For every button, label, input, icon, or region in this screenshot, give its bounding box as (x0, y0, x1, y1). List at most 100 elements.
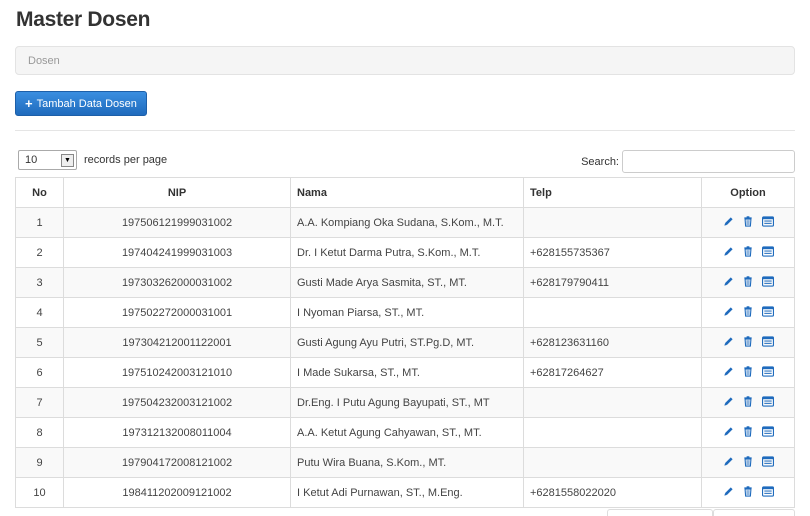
detail-card-icon[interactable] (762, 275, 774, 287)
header-telp[interactable]: Telp (523, 177, 702, 208)
trash-icon[interactable] (742, 335, 754, 347)
pencil-icon[interactable] (722, 305, 734, 317)
cell-nip: 197506121999031002 (63, 207, 291, 238)
cell-nip: 197303262000031002 (63, 267, 291, 298)
row-actions (722, 395, 774, 407)
cell-no: 7 (15, 387, 64, 418)
records-per-page-select[interactable]: 10 ▼ (18, 150, 77, 170)
add-dosen-label: Tambah Data Dosen (36, 97, 137, 110)
cell-option (701, 327, 795, 358)
cell-telp (523, 297, 702, 328)
cell-option (701, 447, 795, 478)
header-nama[interactable]: Nama (290, 177, 524, 208)
cell-nama: Gusti Agung Ayu Putri, ST.Pg.D, MT. (290, 327, 524, 358)
cell-nama: I Nyoman Piarsa, ST., MT. (290, 297, 524, 328)
pencil-icon[interactable] (722, 215, 734, 227)
cell-nip: 197904172008121002 (63, 447, 291, 478)
pencil-icon[interactable] (722, 455, 734, 467)
table-row: 3 197303262000031002 Gusti Made Arya Sasmi… (15, 267, 795, 298)
trash-icon[interactable] (742, 215, 754, 227)
cell-no: 5 (15, 327, 64, 358)
cell-option (701, 297, 795, 328)
detail-card-icon[interactable] (762, 425, 774, 437)
cell-telp (523, 207, 702, 238)
records-per-page: 10 ▼ records per page (18, 150, 167, 170)
pencil-icon[interactable] (722, 365, 734, 377)
cell-option (701, 387, 795, 418)
cell-nip: 197502272000031001 (63, 297, 291, 328)
pencil-icon[interactable] (722, 275, 734, 287)
cell-option (701, 267, 795, 298)
cell-option (701, 417, 795, 448)
pencil-icon[interactable] (722, 245, 734, 257)
divider (15, 130, 795, 131)
cell-telp (523, 447, 702, 478)
cell-telp: +6281558022020 (523, 477, 702, 508)
plus-icon: + (25, 96, 33, 111)
detail-card-icon[interactable] (762, 215, 774, 227)
pencil-icon[interactable] (722, 425, 734, 437)
trash-icon[interactable] (742, 245, 754, 257)
cell-telp: +62817264627 (523, 357, 702, 388)
header-no[interactable]: No (15, 177, 64, 208)
cell-no: 8 (15, 417, 64, 448)
pencil-icon[interactable] (722, 485, 734, 497)
cell-no: 10 (15, 477, 64, 508)
cell-nip: 197510242003121010 (63, 357, 291, 388)
row-actions (722, 275, 774, 287)
table-row: 6 197510242003121010 I Made Sukarsa, ST., … (15, 357, 795, 388)
trash-icon[interactable] (742, 485, 754, 497)
records-per-page-label: records per page (84, 154, 168, 166)
pencil-icon[interactable] (722, 395, 734, 407)
cell-no: 9 (15, 447, 64, 478)
add-dosen-button[interactable]: + Tambah Data Dosen (15, 91, 147, 116)
cell-no: 2 (15, 237, 64, 268)
page-title: Master Dosen (16, 8, 151, 31)
table-row: 8 197312132008011004 A.A. Ketut Agung Cahy… (15, 417, 795, 448)
cell-nama: A.A. Kompiang Oka Sudana, S.Kom., M.T. (290, 207, 524, 238)
table-row: 10 198411202009121002 I Ketut Adi Purnawan… (15, 477, 795, 508)
cell-telp: +628179790411 (523, 267, 702, 298)
trash-icon[interactable] (742, 365, 754, 377)
trash-icon[interactable] (742, 425, 754, 437)
detail-card-icon[interactable] (762, 335, 774, 347)
cell-option (701, 207, 795, 238)
detail-card-icon[interactable] (762, 485, 774, 497)
breadcrumb-current: Dosen (28, 55, 60, 67)
cell-nama: Dr. I Ketut Darma Putra, S.Kom., M.T. (290, 237, 524, 268)
cell-nama: Putu Wira Buana, S.Kom., MT. (290, 447, 524, 478)
row-actions (722, 305, 774, 317)
row-actions (722, 485, 774, 497)
detail-card-icon[interactable] (762, 305, 774, 317)
table-row: 4 197502272000031001 I Nyoman Piarsa, ST.,… (15, 297, 795, 328)
trash-icon[interactable] (742, 305, 754, 317)
cell-no: 1 (15, 207, 64, 238)
header-nip[interactable]: NIP (63, 177, 291, 208)
detail-card-icon[interactable] (762, 245, 774, 257)
trash-icon[interactable] (742, 395, 754, 407)
search-input[interactable] (622, 150, 795, 173)
cell-telp: +628155735367 (523, 237, 702, 268)
table-row: 9 197904172008121002 Putu Wira Buana, S.Ko… (15, 447, 795, 478)
chevron-down-icon: ▼ (61, 153, 74, 167)
detail-card-icon[interactable] (762, 365, 774, 377)
table-row: 5 197304212001122001 Gusti Agung Ayu Putri… (15, 327, 795, 358)
row-actions (722, 425, 774, 437)
trash-icon[interactable] (742, 275, 754, 287)
table-header-row: No NIP Nama Telp Option (15, 177, 795, 208)
cell-nip: 197304212001122001 (63, 327, 291, 358)
pagination-peek-right (713, 509, 795, 516)
cell-telp: +628123631160 (523, 327, 702, 358)
cell-nama: I Made Sukarsa, ST., MT. (290, 357, 524, 388)
dosen-table: No NIP Nama Telp Option 1 197506121999031… (15, 177, 795, 508)
detail-card-icon[interactable] (762, 395, 774, 407)
cell-nama: Gusti Made Arya Sasmita, ST., MT. (290, 267, 524, 298)
trash-icon[interactable] (742, 455, 754, 467)
row-actions (722, 455, 774, 467)
cell-no: 3 (15, 267, 64, 298)
search-label: Search: (581, 155, 619, 168)
detail-card-icon[interactable] (762, 455, 774, 467)
records-per-page-value: 10 (25, 154, 38, 166)
cell-nip: 197404241999031003 (63, 237, 291, 268)
pencil-icon[interactable] (722, 335, 734, 347)
